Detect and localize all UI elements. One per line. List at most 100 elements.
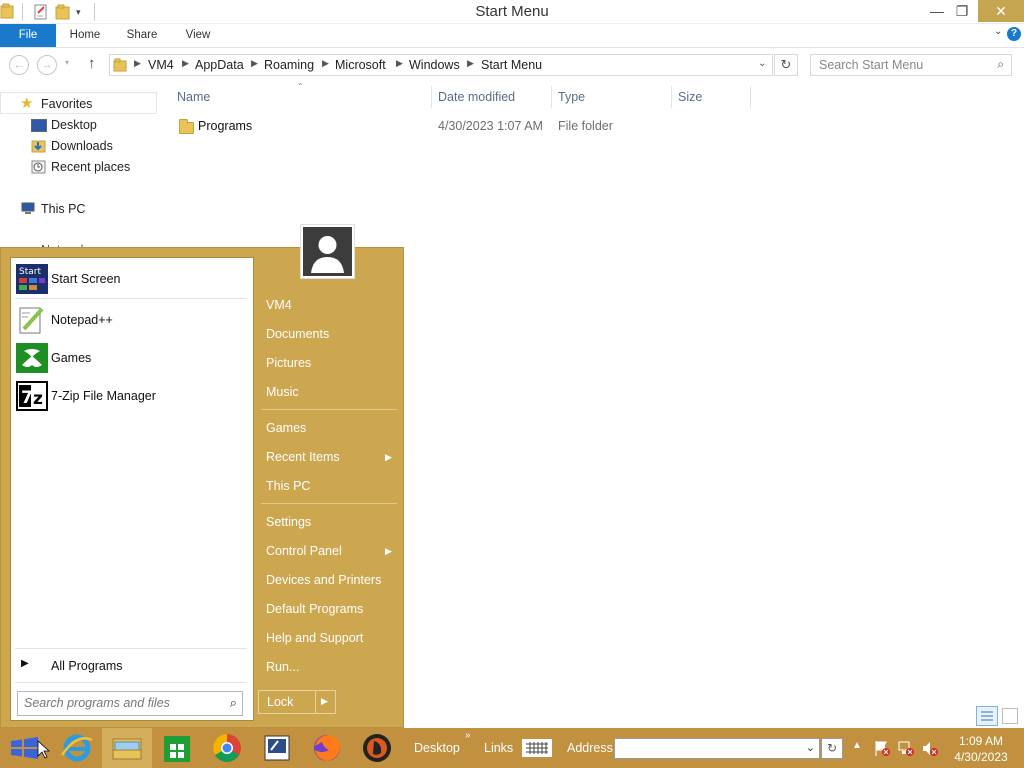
start-menu-this-pc[interactable]: This PC [266,479,310,493]
downloads-icon [31,139,47,153]
nav-favorites[interactable]: Favorites [41,97,92,111]
start-button[interactable] [0,728,51,768]
forward-button[interactable]: → [37,55,57,75]
app-icon[interactable] [352,728,402,768]
up-button[interactable]: ↑ [88,55,96,72]
toolbar-overflow-icon[interactable]: » [465,730,471,741]
column-header-name[interactable]: Name [177,90,210,104]
breadcrumb-separator-icon: ▶ [322,58,329,68]
start-menu-music[interactable]: Music [266,385,299,399]
nav-desktop[interactable]: Desktop [51,118,97,132]
nav-recent-places[interactable]: Recent places [51,160,130,174]
address-dropdown-icon[interactable]: ⌄ [758,58,766,69]
start-search-input[interactable]: Search programs and files ⌕ [17,691,243,716]
address-dropdown-icon[interactable]: ⌄ [806,741,815,754]
xbox-games-icon [16,343,48,373]
show-hidden-icons-icon[interactable]: ▲ [852,740,862,751]
close-button[interactable]: ✕ [978,0,1024,22]
column-divider [750,86,751,108]
separator [261,503,397,504]
program-label: Start Screen [51,272,121,286]
recent-locations-icon[interactable]: ▾ [65,58,69,67]
chrome-icon[interactable] [202,728,252,768]
touch-keyboard-icon[interactable] [522,739,552,757]
breadcrumb-appdata[interactable]: AppData [195,58,244,72]
lock-button[interactable]: Lock ▶ [258,690,336,714]
recent-places-icon [31,160,47,174]
start-menu-help-and-support[interactable]: Help and Support [266,631,363,645]
breadcrumb-separator-icon: ▶ [467,58,474,68]
start-menu-games[interactable]: Games [266,421,306,435]
file-name[interactable]: Programs [198,119,252,133]
address-bar[interactable]: ▶ VM4 ▶ AppData ▶ Roaming ▶ Microsoft ▶ … [109,54,773,76]
links-toolbar-label[interactable]: Links [484,741,513,755]
power-options-arrow-icon[interactable]: ▶ [321,696,328,707]
start-menu-documents[interactable]: Documents [266,327,329,341]
tab-home[interactable]: Home [62,24,108,47]
refresh-button[interactable]: ↻ [774,54,798,76]
column-header-date-modified[interactable]: Date modified [438,90,515,104]
column-divider [431,86,432,108]
start-menu-pictures[interactable]: Pictures [266,356,311,370]
virtual-machine-icon[interactable] [252,728,302,768]
folder-icon [113,58,127,72]
help-icon[interactable]: ? [1007,27,1021,41]
breadcrumb-windows[interactable]: Windows [409,58,460,72]
program-start-screen[interactable]: Start Start Screen [15,262,251,296]
file-date: 4/30/2023 1:07 AM [438,119,543,133]
breadcrumb-microsoft[interactable]: Microsoft [335,58,386,72]
internet-explorer-icon[interactable] [52,728,102,768]
seven-zip-icon: 7z [16,381,48,411]
start-menu-control-panel[interactable]: Control Panel [266,544,342,558]
back-button[interactable]: ← [9,55,29,75]
folder-icon [179,119,194,134]
tab-view[interactable]: View [176,24,220,47]
tab-share[interactable]: Share [120,24,164,47]
program-notepadpp[interactable]: Notepad++ [15,303,251,337]
volume-icon[interactable] [921,740,939,757]
start-menu-recent-items[interactable]: Recent Items [266,450,340,464]
start-menu-settings[interactable]: Settings [266,515,311,529]
column-divider [671,86,672,108]
all-programs-button[interactable]: ▶ All Programs [15,654,251,676]
taskbar-address-input[interactable]: ⌄ [614,738,820,759]
nav-this-pc[interactable]: This PC [41,202,85,216]
start-menu-user-folder[interactable]: VM4 [266,298,292,312]
breadcrumb-vm4[interactable]: VM4 [148,58,174,72]
file-explorer-taskbar-button[interactable] [102,728,152,768]
breadcrumb-roaming[interactable]: Roaming [264,58,314,72]
separator [15,298,247,299]
star-icon: ★ [20,95,34,112]
start-menu: Start Start Screen Notepad++ Games 7z 7-… [0,247,404,728]
column-header-type[interactable]: Type [558,90,585,104]
restore-button[interactable]: ❐ [945,0,979,22]
program-games[interactable]: Games [15,341,251,375]
notepadpp-icon [16,305,48,335]
breadcrumb-separator-icon: ▶ [396,58,403,68]
sort-ascending-icon: ⌃ [297,82,304,91]
details-view-button[interactable] [976,706,998,726]
desktop-toolbar-label[interactable]: Desktop [414,741,460,755]
network-icon[interactable] [897,740,915,757]
start-menu-devices-and-printers[interactable]: Devices and Printers [266,573,381,587]
navigation-pane: ★ Favorites Desktop Downloads Recent pla… [0,82,158,257]
clock[interactable]: 1:09 AM 4/30/2023 [951,733,1011,765]
start-menu-run[interactable]: Run... [266,660,299,674]
action-center-icon[interactable] [873,740,891,757]
search-input[interactable]: Search Start Menu ⌕ [810,54,1012,76]
start-menu-default-programs[interactable]: Default Programs [266,602,363,616]
search-icon: ⌕ [229,695,237,710]
firefox-icon[interactable] [302,728,352,768]
ribbon-expand-icon[interactable]: ⌄ [994,26,1004,37]
submenu-arrow-icon: ▶ [385,452,392,462]
breadcrumb-start-menu[interactable]: Start Menu [481,58,542,72]
column-header-size[interactable]: Size [678,90,702,104]
user-avatar[interactable] [300,224,355,279]
large-icons-view-button[interactable] [1002,708,1018,724]
windows-store-icon[interactable] [152,728,202,768]
search-placeholder: Search Start Menu [819,58,924,72]
program-7zip[interactable]: 7z 7-Zip File Manager [15,379,251,413]
nav-downloads[interactable]: Downloads [51,139,113,153]
tab-file[interactable]: File [0,24,56,47]
taskbar-address-go-button[interactable]: ↻ [821,738,843,759]
